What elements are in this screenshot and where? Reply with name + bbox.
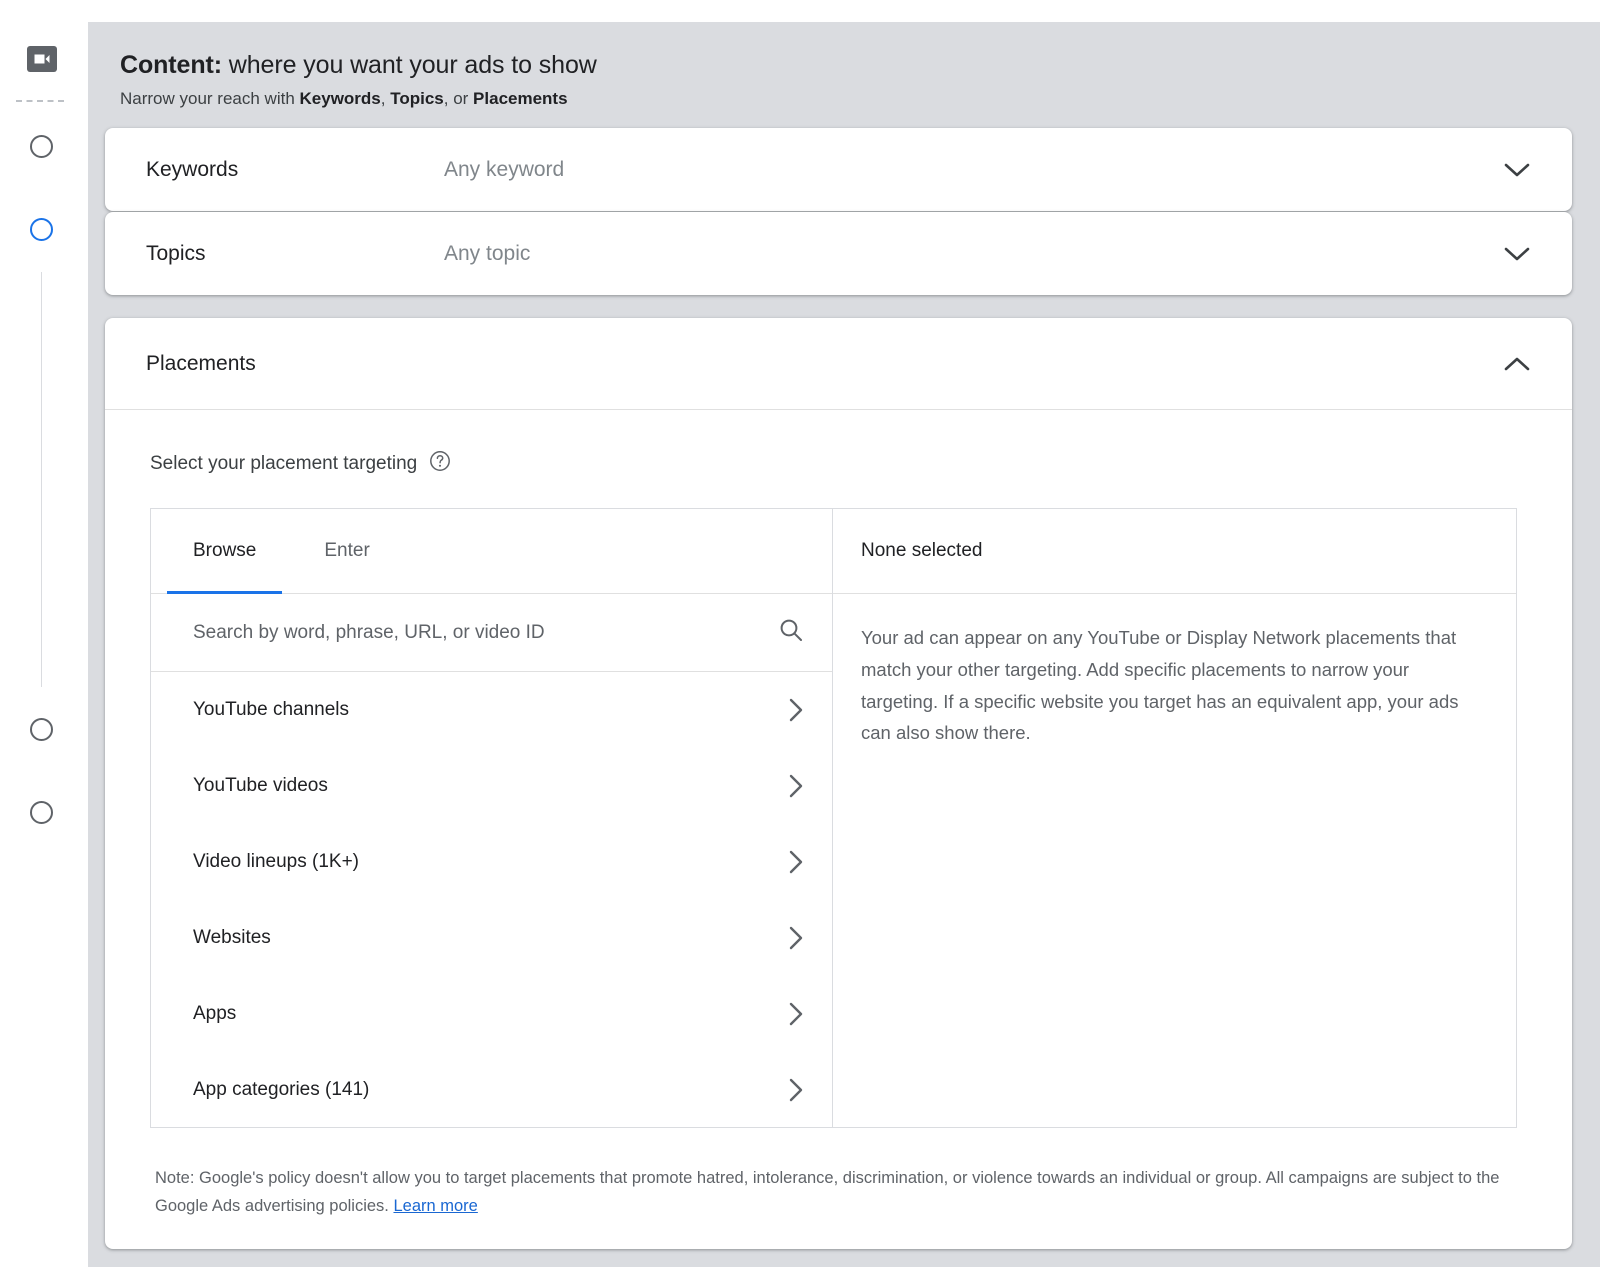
subtitle-keywords: Keywords xyxy=(299,89,381,109)
section-header: Content: where you want your ads to show… xyxy=(120,50,1320,111)
search-icon[interactable] xyxy=(778,617,804,648)
placements-body: Select your placement targeting Browse E… xyxy=(105,410,1572,1221)
placements-header[interactable]: Placements xyxy=(105,318,1572,410)
tab-enter-label: Enter xyxy=(324,540,370,561)
chevron-down-icon[interactable] xyxy=(1498,151,1536,189)
chevron-right-icon[interactable] xyxy=(788,925,804,951)
video-camera-icon xyxy=(27,46,57,72)
chevron-right-icon[interactable] xyxy=(788,849,804,875)
rail-divider xyxy=(16,100,64,102)
list-item[interactable]: YouTube channels xyxy=(151,672,832,748)
chevron-down-icon[interactable] xyxy=(1498,235,1536,273)
stepper-rail xyxy=(0,0,88,1287)
topics-card-row[interactable]: Topics Any topic xyxy=(105,212,1572,295)
subtitle-topics: Topics xyxy=(390,89,444,109)
chevron-right-icon[interactable] xyxy=(788,697,804,723)
stepper-step-2-active[interactable] xyxy=(30,218,53,241)
browse-item-websites: Websites xyxy=(193,927,271,948)
page-title-bold: Content: xyxy=(120,51,222,79)
select-targeting-label-row: Select your placement targeting xyxy=(105,410,1572,478)
list-item[interactable]: Video lineups (1K+) xyxy=(151,824,832,900)
topics-label: Topics xyxy=(146,241,206,265)
page-title-rest: where you want your ads to show xyxy=(221,51,597,79)
placements-card: Placements Select your placement targeti… xyxy=(105,318,1572,1249)
list-item[interactable]: App categories (141) xyxy=(151,1052,832,1127)
policy-note-text: Note: Google's policy doesn't allow you … xyxy=(155,1169,1500,1216)
campaign-content-targeting-screen: Content: where you want your ads to show… xyxy=(0,0,1600,1287)
browse-item-video-lineups: Video lineups (1K+) xyxy=(193,851,360,872)
selected-description: Your ad can appear on any YouTube or Dis… xyxy=(861,627,1459,744)
picker-selected-pane: None selected Your ad can appear on any … xyxy=(833,509,1516,1127)
browse-item-youtube-videos: YouTube videos xyxy=(193,775,328,796)
chevron-up-icon[interactable] xyxy=(1498,345,1536,383)
chevron-right-icon[interactable] xyxy=(788,1077,804,1103)
placement-picker: Browse Enter Search by word, phrase, URL… xyxy=(150,508,1517,1128)
list-item[interactable]: Websites xyxy=(151,900,832,976)
stepper-step-1[interactable] xyxy=(30,135,53,158)
picker-tabs: Browse Enter xyxy=(151,509,832,594)
topics-value: Any topic xyxy=(444,241,531,265)
browse-list: YouTube channels YouTube videos Video li… xyxy=(151,672,832,1127)
subtitle-placements: Placements xyxy=(473,89,568,109)
chevron-right-icon[interactable] xyxy=(788,1001,804,1027)
list-item[interactable]: Apps xyxy=(151,976,832,1052)
keywords-card[interactable]: Keywords Any keyword xyxy=(105,128,1572,211)
tab-enter[interactable]: Enter xyxy=(298,509,395,593)
topics-card[interactable]: Topics Any topic xyxy=(105,212,1572,295)
policy-note: Note: Google's policy doesn't allow you … xyxy=(155,1164,1555,1221)
keywords-label: Keywords xyxy=(146,157,239,181)
browse-item-youtube-channels: YouTube channels xyxy=(193,699,349,720)
search-input[interactable] xyxy=(193,621,768,644)
keywords-value: Any keyword xyxy=(444,157,565,181)
learn-more-link[interactable]: Learn more xyxy=(393,1197,477,1215)
picker-browse-pane: Browse Enter Search by word, phrase, URL… xyxy=(151,509,833,1127)
stepper-connector-line xyxy=(41,272,42,687)
content-stage: Content: where you want your ads to show… xyxy=(88,22,1600,1267)
browse-item-apps: Apps xyxy=(193,1003,237,1024)
keywords-card-row[interactable]: Keywords Any keyword xyxy=(105,128,1572,211)
tab-browse[interactable]: Browse xyxy=(167,509,283,594)
chevron-right-icon[interactable] xyxy=(788,773,804,799)
stepper-step-3[interactable] xyxy=(30,718,53,741)
subtitle-prefix: Narrow your reach with xyxy=(120,89,300,109)
tab-browse-label: Browse xyxy=(193,540,257,561)
page-title: Content: where you want your ads to show xyxy=(120,50,1320,81)
placements-label: Placements xyxy=(146,351,256,375)
help-circle-icon[interactable] xyxy=(429,450,451,478)
search-row xyxy=(151,594,832,672)
selected-count-label: None selected xyxy=(833,509,1516,594)
subtitle-sep1: , xyxy=(380,89,391,109)
browse-item-app-categories: App categories (141) xyxy=(193,1079,370,1100)
select-targeting-label: Select your placement targeting xyxy=(150,453,418,474)
page-subtitle: Narrow your reach with Keywords, Topics,… xyxy=(120,88,1320,111)
subtitle-sep2: , or xyxy=(443,89,474,109)
list-item[interactable]: YouTube videos xyxy=(151,748,832,824)
stepper-step-4[interactable] xyxy=(30,801,53,824)
